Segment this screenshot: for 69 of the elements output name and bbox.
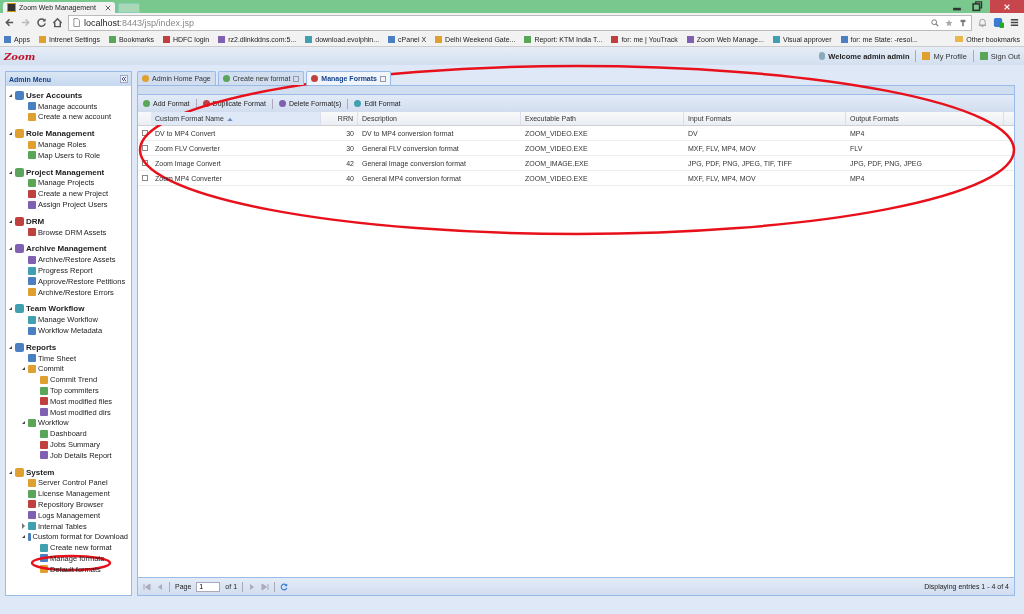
expand-arrow-icon[interactable] — [22, 421, 25, 425]
menu-group[interactable]: Archive Management — [26, 244, 107, 254]
bookmark-icon — [4, 35, 11, 43]
expand-arrow-icon[interactable] — [9, 93, 12, 97]
link-icon — [979, 52, 988, 60]
menu-group[interactable]: System — [26, 467, 55, 477]
menu-icon — [15, 129, 24, 139]
zoom-icon[interactable] — [931, 18, 939, 27]
expand-row-icon[interactable] — [141, 130, 148, 136]
close-icon[interactable] — [105, 4, 111, 11]
bookmark-icon — [686, 35, 694, 43]
sort-icon — [226, 116, 233, 121]
extension-icon[interactable] — [993, 17, 1004, 28]
expand-arrow-icon[interactable] — [22, 367, 25, 371]
reload-icon[interactable] — [36, 17, 47, 28]
close-icon — [1003, 2, 1011, 11]
bookmark-icon — [773, 35, 780, 43]
expand-row-icon[interactable] — [141, 175, 148, 181]
tab-close-icon[interactable] — [380, 75, 386, 82]
bookmark-icon — [840, 35, 848, 43]
expand-row-icon[interactable] — [141, 160, 148, 166]
restore-icon[interactable] — [970, 0, 984, 13]
expand-arrow-icon[interactable] — [9, 345, 12, 349]
menu-icon — [15, 167, 24, 177]
menu-group[interactable]: Team Workflow — [26, 304, 85, 314]
menu-item-icon — [28, 228, 36, 237]
menu-group[interactable]: User Accounts — [26, 90, 83, 100]
menu-icon — [15, 216, 24, 226]
star-icon[interactable] — [945, 18, 953, 27]
expand-arrow-icon[interactable] — [9, 170, 12, 174]
menu-group[interactable]: DRM — [26, 216, 45, 226]
page-icon — [73, 18, 80, 27]
menu-icon — [15, 90, 24, 100]
favicon-icon — [7, 3, 16, 12]
bookmark-icon — [388, 35, 396, 43]
bookmark-icon — [162, 35, 170, 43]
refresh-icon[interactable] — [280, 582, 289, 591]
link-icon — [922, 52, 931, 60]
user-icon — [819, 52, 826, 60]
bookmark-icon — [524, 35, 532, 43]
address-bar[interactable]: localhost:8443/jsp/index.jsp — [68, 14, 972, 31]
menu-group[interactable]: Project Management — [26, 167, 105, 177]
expand-arrow-icon[interactable] — [9, 132, 12, 136]
expand-arrow-icon[interactable] — [9, 247, 12, 251]
bookmark-icon — [611, 35, 619, 43]
expand-row-icon[interactable] — [141, 145, 148, 151]
back-icon[interactable] — [4, 17, 15, 28]
key-icon[interactable] — [959, 18, 967, 27]
menu-icon — [15, 342, 24, 352]
menu-icon[interactable] — [1009, 17, 1020, 28]
home-icon[interactable] — [52, 17, 63, 28]
menu-group[interactable]: Reports — [26, 342, 57, 352]
bookmark-icon — [305, 35, 313, 43]
menu-group[interactable]: Role Management — [26, 129, 95, 139]
expand-arrow-icon[interactable] — [9, 470, 12, 474]
expand-arrow-icon[interactable] — [22, 535, 25, 539]
bookmark-icon — [435, 35, 443, 43]
collapse-icon[interactable] — [120, 75, 128, 83]
bookmark-icon — [108, 35, 116, 43]
menu-icon — [15, 244, 24, 254]
folder-icon — [955, 36, 964, 42]
menu-icon — [15, 304, 24, 314]
bookmark-icon — [218, 35, 226, 43]
expand-arrow-icon[interactable] — [9, 307, 12, 311]
logo: Zoom — [4, 50, 36, 62]
expand-arrow-icon[interactable] — [9, 219, 12, 223]
bookmark-icon — [38, 35, 46, 43]
expand-arrow-icon[interactable] — [22, 523, 25, 530]
menu-icon — [15, 467, 24, 477]
